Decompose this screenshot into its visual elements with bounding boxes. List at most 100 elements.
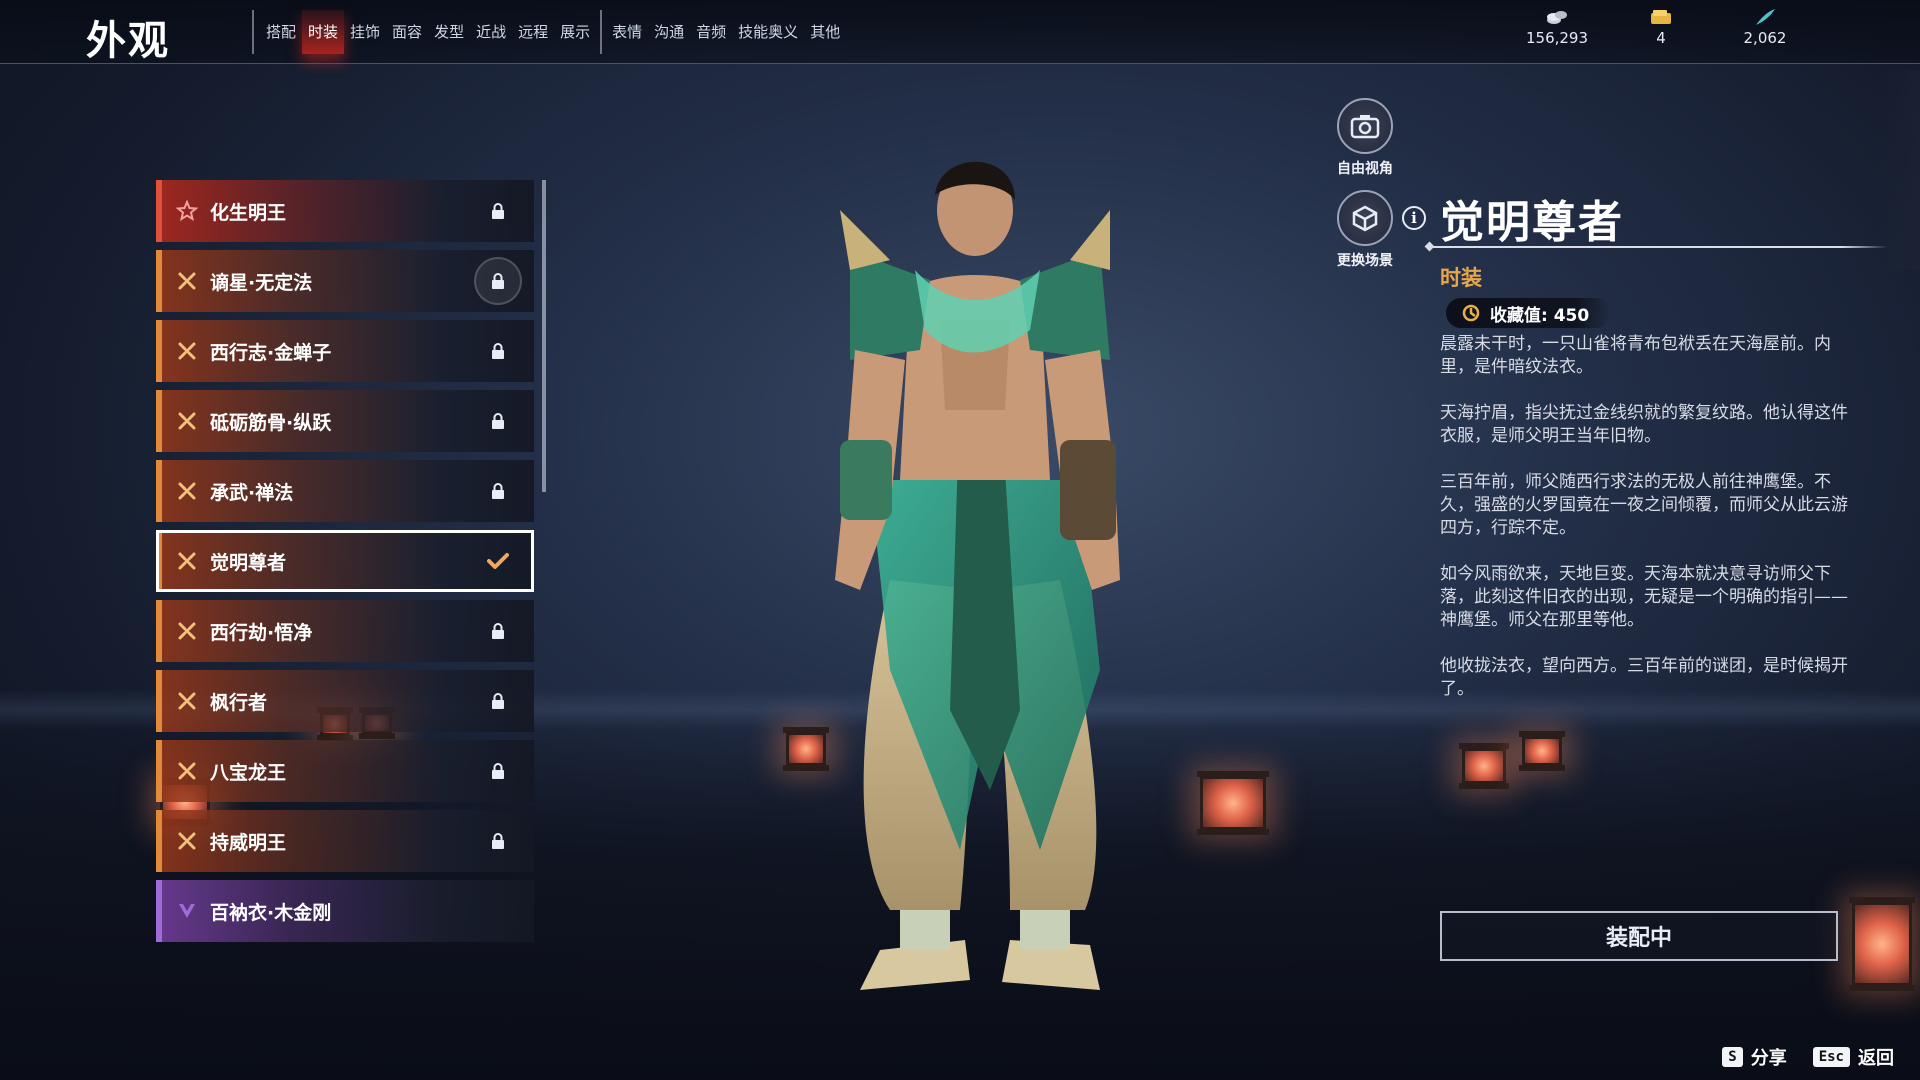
tab-10[interactable]: 沟通 [648, 10, 690, 54]
rarity-orange-icon [178, 342, 196, 360]
checkmark-icon [480, 543, 516, 579]
outfit-list-item[interactable]: 化生明王 [156, 180, 534, 242]
tab-12[interactable]: 技能奥义 [732, 10, 804, 54]
outfit-name: 枫行者 [210, 691, 268, 714]
rarity-orange-icon [178, 622, 196, 640]
outfit-list-item[interactable]: 百衲衣·木金刚 [156, 880, 534, 942]
rarity-orange-icon [178, 552, 196, 570]
tab-9[interactable]: 表情 [606, 10, 648, 54]
free-view-label: 自由视角 [1337, 161, 1393, 177]
outfit-name: 觉明尊者 [210, 551, 287, 574]
lock-icon [480, 333, 516, 369]
lock-icon [480, 473, 516, 509]
rarity-purple-icon [179, 904, 195, 918]
tab-8[interactable]: 展示 [554, 10, 596, 54]
currency-value: 4 [1656, 29, 1666, 47]
outfit-name: 化生明王 [210, 201, 287, 224]
item-description: 晨露未干时，一只山雀将青布包袱丢在天海屋前。内里，是件暗纹法衣。 天海拧眉，指尖… [1440, 333, 1850, 724]
back-hint[interactable]: Esc 返回 [1812, 1044, 1894, 1070]
rarity-red-icon [176, 200, 198, 222]
lock-icon [480, 613, 516, 649]
outfit-name: 持威明王 [210, 831, 287, 854]
change-scene-button[interactable]: 更换场景 [1320, 190, 1410, 270]
outfit-list-item[interactable]: 西行劫·悟净 [156, 600, 534, 662]
outfit-list-item[interactable]: 砥砺筋骨·纵跃 [156, 390, 534, 452]
outfit-list[interactable]: 化生明王谪星·无定法 西行志·金蝉子 砥砺筋骨·纵跃 承武·禅法觉明尊者西行劫·悟净枫… [156, 180, 536, 960]
rarity-orange-icon [178, 692, 196, 710]
outfit-list-item[interactable]: 谪星·无定法 [156, 250, 534, 312]
outfit-list-item[interactable]: 西行志·金蝉子 [156, 320, 534, 382]
outfit-list-item[interactable]: 持威明王 [156, 810, 534, 872]
outfit-name: 西行志·金蝉子 [210, 341, 332, 364]
outfit-name: 西行劫·悟净 [210, 621, 313, 644]
description-paragraph: 三百年前，师父随西行求法的无极人前往神鹰堡。不久，强盛的火罗国竟在一夜之间倾覆，… [1440, 472, 1848, 538]
ticket-icon [1651, 10, 1671, 24]
lantern-decoration [1519, 731, 1565, 771]
change-scene-label: 更换场景 [1337, 253, 1393, 269]
tab-4[interactable]: 面容 [386, 10, 428, 54]
outfit-name: 八宝龙王 [210, 761, 287, 784]
back-key: Esc [1812, 1047, 1850, 1067]
lantern-decoration [1849, 897, 1915, 991]
collection-value-badge: 收藏值: 450 [1446, 298, 1612, 328]
tab-5[interactable]: 发型 [428, 10, 470, 54]
tab-11[interactable]: 音频 [690, 10, 732, 54]
outfit-list-item[interactable]: 枫行者 [156, 670, 534, 732]
tab-1[interactable]: 搭配 [260, 10, 302, 54]
tab-7[interactable]: 远程 [512, 10, 554, 54]
free-view-button[interactable]: 自由视角 [1320, 98, 1410, 178]
currency-value: 156,293 [1525, 29, 1589, 47]
page-title: 外观 [86, 18, 170, 64]
rarity-orange-icon [178, 832, 196, 850]
feather-icon [1756, 9, 1775, 25]
outfit-name: 砥砺筋骨·纵跃 [210, 411, 332, 434]
currency-coins: 156,293 [1522, 8, 1592, 47]
outfit-name: 承武·禅法 [210, 481, 294, 504]
collection-value-text: 收藏值: 450 [1490, 305, 1590, 326]
rarity-orange-icon [178, 762, 196, 780]
lock-icon [474, 257, 522, 305]
tab-6[interactable]: 近战 [470, 10, 512, 54]
currency-value: 2,062 [1743, 29, 1787, 47]
rarity-orange-icon [178, 412, 196, 430]
share-label: 分享 [1750, 1048, 1787, 1069]
currency-tickets: 4 [1626, 8, 1696, 47]
item-title: 觉明尊者 [1440, 197, 1624, 248]
lock-icon [480, 193, 516, 229]
lantern-decoration [1459, 743, 1509, 789]
lock-icon [480, 823, 516, 859]
tab-3[interactable]: 挂饰 [344, 10, 386, 54]
description-paragraph: 天海拧眉，指尖抚过金线织就的繁复纹路。他认得这件衣服，是师父明王当年旧物。 [1440, 403, 1848, 446]
lock-icon [480, 683, 516, 719]
outfit-list-item[interactable]: 觉明尊者 [156, 530, 534, 592]
rarity-orange-icon [178, 482, 196, 500]
item-category: 时装 [1440, 266, 1482, 290]
info-icon[interactable]: i [1402, 206, 1426, 230]
share-key: S [1722, 1047, 1743, 1067]
key-hints: S 分享 Esc 返回 [1722, 1044, 1894, 1070]
category-tabs: 搭配 时装 挂饰 面容 发型 近战 远程 展示 表情 沟通 音频 技能奥义 其他 [252, 10, 846, 54]
tab-13[interactable]: 其他 [804, 10, 846, 54]
outfit-list-item[interactable]: 八宝龙王 [156, 740, 534, 802]
outfit-name: 谪星·无定法 [210, 271, 313, 294]
equip-button[interactable]: 装配中 [1440, 911, 1838, 961]
description-paragraph: 如今风雨欲来，天地巨变。天海本就决意寻访师父下落，此刻这件旧衣的出现，无疑是一个… [1440, 564, 1848, 630]
outfit-name: 百衲衣·木金刚 [210, 901, 332, 924]
share-hint[interactable]: S 分享 [1722, 1044, 1787, 1070]
description-paragraph: 他收拢法衣，望向西方。三百年前的谜团，是时候揭开了。 [1440, 656, 1848, 699]
tab-2[interactable]: 时装 [302, 10, 345, 54]
currency-bar: 156,293 4 2,062 [1522, 8, 1800, 47]
tab-separator [600, 10, 603, 54]
character-model [835, 161, 1120, 990]
list-scrollbar[interactable] [542, 180, 546, 492]
description-paragraph: 晨露未干时，一只山雀将青布包袱丢在天海屋前。内里，是件暗纹法衣。 [1440, 334, 1831, 377]
cube-icon [1337, 190, 1393, 246]
outfit-list-item[interactable]: 承武·禅法 [156, 460, 534, 522]
coin-stack-icon [1547, 11, 1567, 24]
right-edge-shade [1880, 70, 1920, 270]
empty-state [480, 893, 516, 929]
lock-icon [480, 753, 516, 789]
back-label: 返回 [1858, 1048, 1894, 1069]
rarity-orange-icon [178, 272, 196, 290]
camera-icon [1337, 98, 1393, 154]
